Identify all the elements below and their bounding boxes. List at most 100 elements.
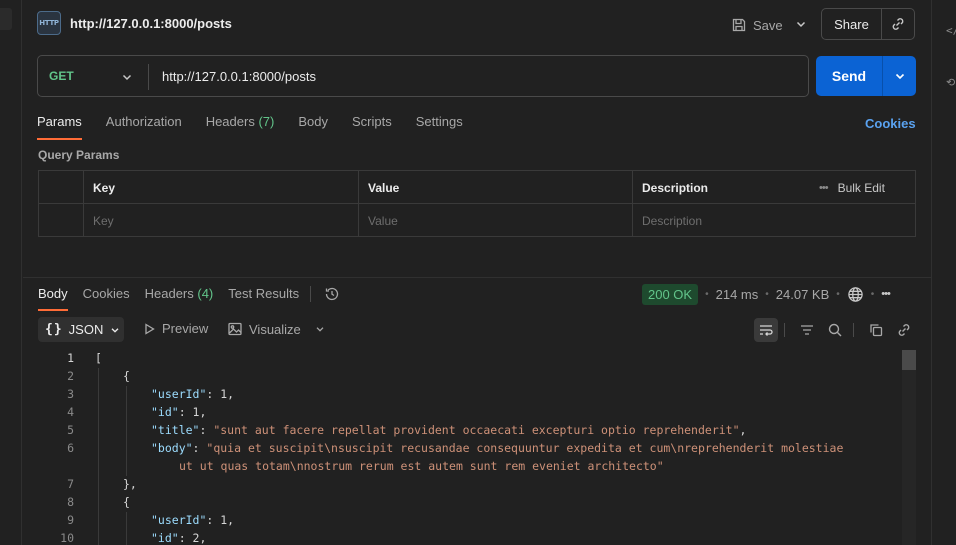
related-icon[interactable]: ⟲ [946,76,955,89]
json-key: "id" [151,531,179,545]
share-button[interactable]: Share [822,9,882,39]
response-size[interactable]: 24.07 KB [776,287,830,302]
line-number: 4 [67,405,74,419]
indent-guide [98,368,99,386]
code-icon[interactable]: </ [946,24,956,37]
tab-authorization[interactable]: Authorization [106,114,182,140]
send-button[interactable]: Send [816,56,883,96]
tab-response-body[interactable]: Body [38,286,68,311]
code-line: 3 "userId": 1, [38,386,902,404]
copy-button[interactable] [864,318,888,342]
visualize-button[interactable]: Visualize [227,321,301,337]
format-select[interactable]: {} JSON [38,317,124,342]
key-input[interactable]: Key [84,204,359,237]
json-string: "quia et suscipit\nsuscipit recusandae c… [206,441,844,455]
status-badge[interactable]: 200 OK [642,283,699,305]
url-input[interactable]: http://127.0.0.1:8000/posts [162,69,316,84]
indent-guide [126,386,127,404]
wrap-lines-button[interactable] [754,318,778,342]
save-button[interactable]: Save [731,14,783,36]
url-bar: GET http://127.0.0.1:8000/posts [37,55,809,97]
tab-headers[interactable]: Headers (7) [206,114,275,140]
code-line: 6 "body": "quia et suscipit\nsuscipit rec… [38,440,902,458]
code-text: { [123,495,130,509]
chevron-down-icon[interactable] [314,323,326,335]
save-icon [732,18,746,32]
indent-guide [98,440,99,458]
line-number: 9 [67,513,74,527]
chevron-down-icon[interactable] [120,70,134,84]
request-header: HTTP http://127.0.0.1:8000/posts Save Sh… [37,8,917,40]
indent-guide [126,530,127,545]
value-input[interactable]: Value [359,204,633,237]
tab-scripts[interactable]: Scripts [352,114,392,140]
pane-resize-handle[interactable] [23,277,931,278]
indent-guide [98,422,99,440]
copy-link-button[interactable] [882,9,914,39]
more-options-icon: ••• [819,181,829,194]
tab-params[interactable]: Params [37,114,82,140]
json-punctuation: }, [123,477,137,491]
response-time[interactable]: 214 ms [716,287,759,302]
format-label: JSON [68,322,104,337]
send-options-button[interactable] [883,56,916,96]
tab-response-cookies[interactable]: Cookies [83,286,130,310]
tab-response-headers[interactable]: Headers (4) [145,286,214,310]
tab-settings[interactable]: Settings [416,114,463,140]
scrollbar-thumb[interactable] [902,350,916,370]
headers-count: (7) [258,114,275,129]
response-tabs: Body Cookies Headers (4) Test Results [38,286,340,311]
line-number: 5 [67,423,74,437]
filter-button[interactable] [795,318,819,342]
cookies-link[interactable]: Cookies [865,116,916,131]
code-line: 2{ [38,368,902,386]
row-checkbox[interactable] [39,204,84,237]
more-options-icon[interactable]: ••• [881,288,891,300]
request-title[interactable]: http://127.0.0.1:8000/posts [70,16,232,31]
json-key: "id" [151,405,179,419]
json-braces-icon: {} [45,322,63,337]
sidebar-collapse-handle[interactable] [0,8,12,30]
chevron-down-icon[interactable] [794,17,808,31]
response-headers-count: (4) [197,286,214,301]
line-number: 10 [60,531,74,545]
wrap-lines-icon [760,325,773,336]
line-number: 2 [67,369,74,383]
code-text: "id": 1, [151,405,206,419]
json-punctuation: : [192,441,207,455]
indent-guide [98,404,99,422]
code-text: [ [95,351,102,365]
response-body-viewer[interactable]: 1[2{3 "userId": 1, 4 "id": 1, 5 "title": "sun… [38,350,902,545]
indent-guide [98,458,99,476]
separator-dot: • [870,288,875,300]
divider [148,64,149,90]
table-header-row: Key Value Description ••• Bulk Edit [39,171,915,204]
indent-guide [126,458,127,476]
json-punctuation: { [123,495,130,509]
code-text: ut ut quas totam\nnostrum rerum est aute… [179,459,664,473]
code-line: 1[ [38,350,902,368]
search-button[interactable] [823,318,847,342]
code-text: }, [123,477,137,491]
preview-button[interactable]: Preview [142,321,208,336]
json-key: "userId" [151,387,207,401]
send-group: Send [816,56,916,96]
globe-icon[interactable] [847,286,864,303]
json-punctuation: : 1, [206,513,235,527]
column-header-key: Key [84,171,359,204]
method-select[interactable]: GET [49,69,74,83]
description-input[interactable]: Description [633,204,915,237]
tab-body[interactable]: Body [298,114,328,140]
history-icon[interactable] [324,286,340,302]
bulk-edit-button[interactable]: ••• Bulk Edit [819,171,885,204]
link-button[interactable] [892,318,916,342]
indent-guide [126,404,127,422]
line-number: 6 [67,441,74,455]
code-line: 7}, [38,476,902,494]
separator-dot: • [836,288,840,300]
response-toolbar: {} JSON Preview Visualize [38,317,916,343]
line-number: 8 [67,495,74,509]
scrollbar[interactable] [902,350,916,545]
tab-test-results[interactable]: Test Results [228,286,299,310]
line-number: 7 [67,477,74,491]
